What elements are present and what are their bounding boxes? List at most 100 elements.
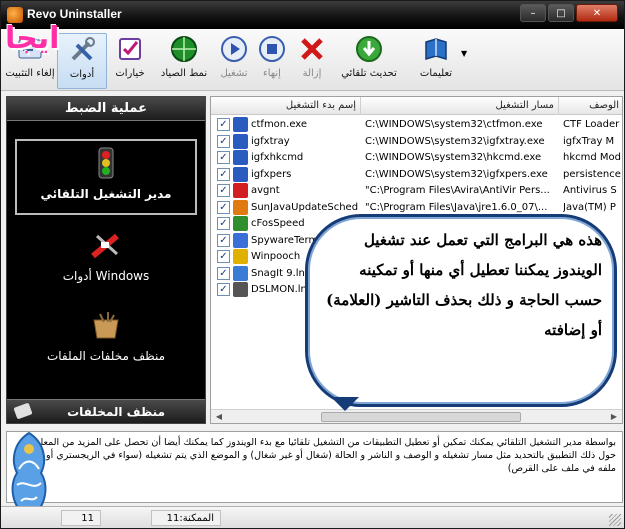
program-icon: [233, 265, 248, 281]
sidebar-item-autorun-manager[interactable]: مدير التشغيل التلقائي: [15, 139, 197, 215]
resize-grip[interactable]: [609, 514, 621, 526]
junk-cleaner-icon: [88, 307, 124, 343]
sidebar-item-junk-cleaner[interactable]: منظف مخلفات الملفات: [15, 307, 197, 367]
toolbar-label: تحديث تلقائي: [341, 68, 397, 79]
help-dropdown-arrow-icon[interactable]: ▼: [461, 49, 467, 58]
row-checkbox[interactable]: ✓: [217, 134, 230, 148]
program-icon: [233, 166, 248, 182]
row-checkbox[interactable]: ✓: [217, 200, 230, 214]
minimize-button[interactable]: –: [520, 4, 546, 22]
sidebar-item-windows-tools[interactable]: أدوات Windows: [15, 227, 197, 287]
cell-path: "C:\Program Files\Avira\AntiVir Pers...: [365, 185, 550, 196]
hunter-mode-icon: [168, 33, 200, 65]
toolbar-delete-button[interactable]: إزالة: [287, 33, 337, 89]
description-text: بواسطة مدير التشغيل التلقائي يمكنك تمكين…: [18, 437, 616, 474]
cell-name: SunJavaUpdateSched: [251, 201, 359, 213]
toolbar-label: نمط الصياد: [160, 68, 208, 79]
column-header-description[interactable]: الوصف: [559, 97, 622, 115]
program-icon: [233, 282, 248, 297]
cell-description: persistence: [563, 168, 621, 180]
scroll-right-icon[interactable]: ▶: [608, 412, 620, 422]
cell-name: ctfmon.exe: [251, 119, 308, 130]
options-icon: [114, 33, 146, 65]
traffic-light-icon: [88, 145, 124, 181]
callout-tail: [331, 397, 359, 411]
column-header-name[interactable]: إسم بدء التشغيل: [211, 97, 361, 115]
scroll-left-icon[interactable]: ◀: [213, 412, 225, 422]
scroll-thumb[interactable]: [321, 412, 521, 422]
program-icon: [233, 150, 248, 165]
table-row[interactable]: ✓ ctfmon.exe C:\WINDOWS\system32\ctfmon.ex…: [211, 116, 622, 133]
row-checkbox[interactable]: ✓: [217, 283, 230, 296]
table-row[interactable]: ✓ igfxtray C:\WINDOWS\system32\igfxtray.ex…: [211, 133, 622, 150]
toolbar-help-button[interactable]: تعليمات: [405, 33, 467, 89]
help-book-icon: [420, 33, 452, 65]
cell-description: Java(TM) P: [563, 201, 616, 213]
program-icon: [233, 249, 248, 264]
cell-description: hkcmd Mod: [563, 152, 621, 163]
auto-update-icon: [353, 33, 385, 65]
windows-tools-icon: [88, 227, 124, 263]
row-checkbox[interactable]: ✓: [217, 217, 230, 230]
toolbar-label: أدوات: [69, 69, 95, 80]
horizontal-scrollbar[interactable]: ◀ ▶: [211, 409, 622, 423]
toolbar-label: إزالة: [302, 68, 322, 79]
cell-path: "C:\Program Files\Java\jre1.6.0_07\...: [365, 201, 548, 213]
toolbar-label: خيارات: [115, 68, 145, 79]
cell-path: C:\WINDOWS\system32\hkcmd.exe: [365, 152, 542, 163]
status-enabled-count: الممكنة:11: [151, 510, 221, 526]
cell-name: igfxpers: [251, 168, 292, 180]
sidebar-panel: عملية الضبط مدير التشغيل التلقائي أدوات …: [6, 96, 206, 424]
row-checkbox[interactable]: ✓: [217, 118, 230, 131]
main-toolbar: إلغاء التثبيت أدوات خيارات نمط الصياد تش…: [1, 29, 624, 91]
program-icon: [233, 117, 248, 132]
cell-name: igfxtray: [251, 135, 290, 147]
table-row[interactable]: ✓ igfxhkcmd C:\WINDOWS\system32\hkcmd.exe h…: [211, 149, 622, 166]
table-row[interactable]: ✓ SunJavaUpdateSched "C:\Program Files\Jav…: [211, 199, 622, 216]
eraser-icon: [13, 402, 33, 420]
cell-name: igfxhkcmd: [251, 152, 304, 163]
toolbar-label: إلغاء التثبيت: [5, 68, 55, 79]
maximize-button[interactable]: □: [548, 4, 574, 22]
row-checkbox[interactable]: ✓: [217, 167, 230, 181]
run-icon: [218, 33, 250, 65]
toolbar-auto-update-button[interactable]: تحديث تلقائي: [337, 33, 401, 89]
program-icon: [233, 232, 248, 248]
tools-icon: [66, 34, 98, 66]
sidebar-footer[interactable]: منظف المخلفات: [7, 399, 205, 423]
cell-path: C:\WINDOWS\system32\ctfmon.exe: [365, 119, 543, 130]
sidebar-item-label: مدير التشغيل التلقائي: [40, 187, 172, 201]
program-icon: [233, 133, 248, 149]
sidebar-footer-label: منظف المخلفات: [67, 405, 165, 419]
stop-icon: [256, 33, 288, 65]
cell-path: C:\WINDOWS\system32\igfxpers.exe: [365, 168, 548, 180]
description-panel: بواسطة مدير التشغيل التلقائي يمكنك تمكين…: [6, 431, 623, 503]
cell-description: CTF Loader: [563, 119, 620, 130]
toolbar-options-button[interactable]: خيارات: [105, 33, 155, 89]
callout-text: هذه هي البرامج التي تعمل عند تشغيل الوين…: [326, 231, 602, 339]
program-icon: [233, 199, 248, 215]
row-checkbox[interactable]: ✓: [217, 266, 230, 280]
toolbar-hunter-mode-button[interactable]: نمط الصياد: [155, 33, 213, 89]
row-checkbox[interactable]: ✓: [217, 250, 230, 263]
app-window: Revo Uninstaller – □ ✕ إلغاء التثبيت أدو…: [0, 0, 625, 529]
toolbar-label: تعليمات: [419, 68, 453, 79]
row-checkbox[interactable]: ✓: [217, 184, 230, 197]
program-icon: [233, 216, 248, 231]
status-bar: الممكنة:11 11: [1, 506, 624, 528]
status-total-count: 11: [61, 510, 101, 526]
table-row[interactable]: ✓ igfxpers C:\WINDOWS\system32\igfxpers.ex…: [211, 166, 622, 183]
row-checkbox[interactable]: ✓: [217, 151, 230, 164]
program-icon: [233, 183, 248, 198]
cell-description: Antivirus S: [563, 185, 617, 196]
cell-path: C:\WINDOWS\system32\igfxtray.exe: [365, 135, 545, 147]
column-header-path[interactable]: مسار التشغيل: [361, 97, 559, 115]
title-bar: Revo Uninstaller – □ ✕: [1, 1, 624, 29]
cell-name: avgnt: [251, 185, 280, 196]
list-header: إسم بدء التشغيل مسار التشغيل الوصف: [211, 97, 622, 115]
window-title: Revo Uninstaller: [27, 7, 122, 21]
sidebar-header: عملية الضبط: [7, 97, 205, 121]
table-row[interactable]: ✓ avgnt "C:\Program Files\Avira\AntiVir Pe…: [211, 182, 622, 199]
row-checkbox[interactable]: ✓: [217, 233, 230, 247]
close-button[interactable]: ✕: [576, 4, 618, 22]
